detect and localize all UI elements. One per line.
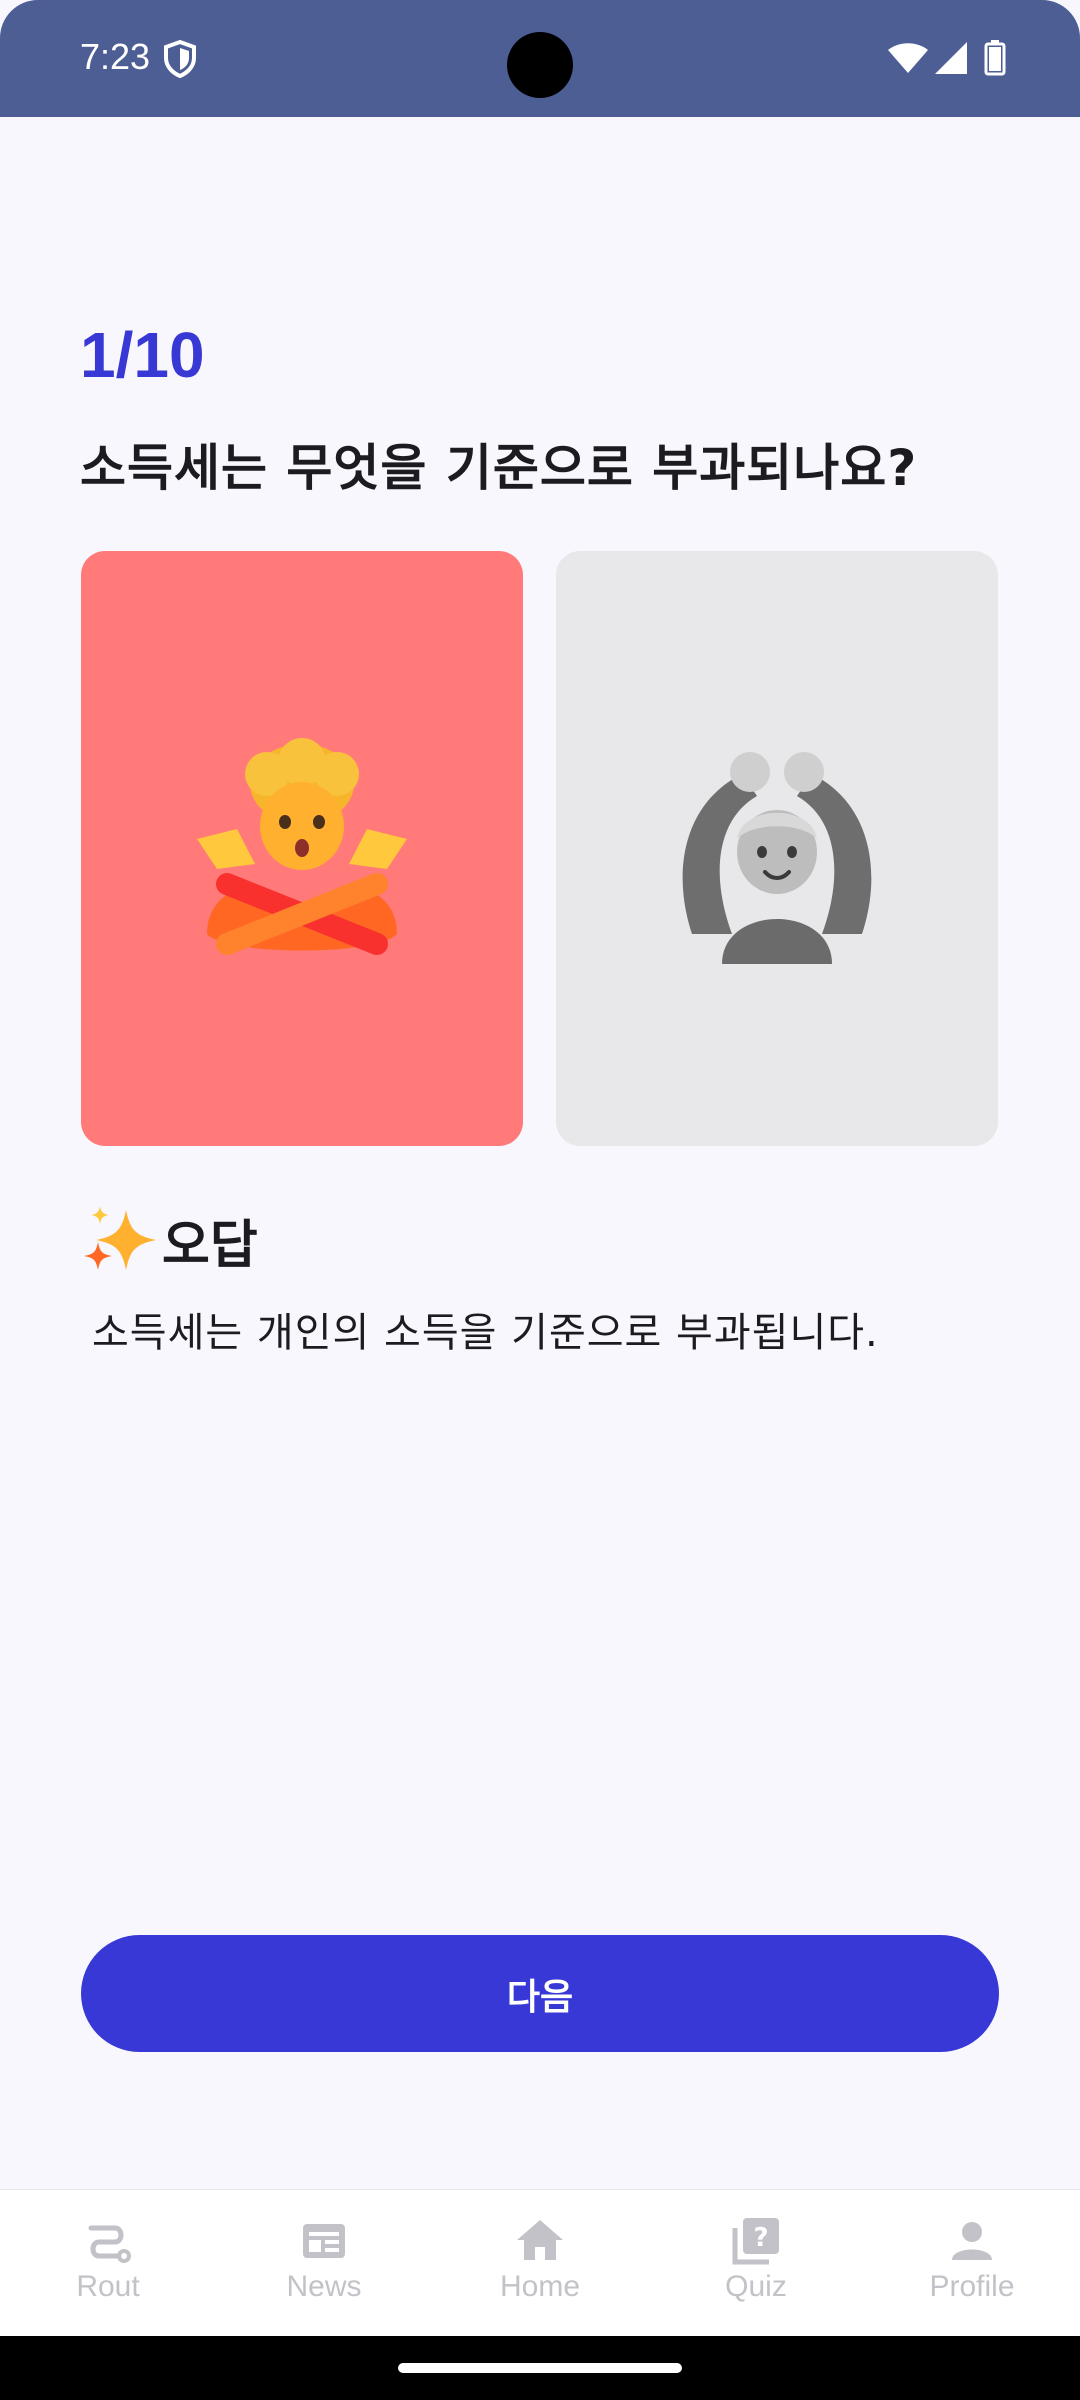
home-icon [517,2220,563,2260]
x-option-card[interactable] [81,551,523,1146]
wifi-icon [888,43,928,73]
nav-item-home[interactable]: Home [465,2190,615,2337]
result-row: 오답 [82,1200,258,1280]
o-option-card[interactable] [556,551,998,1146]
quiz-question: 소득세는 무엇을 기준으로 부과되나요? [80,439,918,497]
person-gesturing-no-icon [197,737,407,955]
nav-label: Profile [929,2270,1015,2303]
battery-icon [984,40,1006,76]
svg-text:?: ? [753,2223,768,2253]
nav-label: News [286,2270,362,2303]
signal-icon [935,42,967,74]
quiz-icon: ? [732,2218,779,2265]
person-gesturing-ok-icon [682,751,872,964]
shield-icon [164,40,196,78]
quiz-progress: 1/10 [80,319,205,391]
nav-label: Rout [76,2270,140,2303]
route-icon [88,2225,131,2263]
nav-label: Quiz [725,2270,787,2303]
profile-icon [952,2222,992,2260]
status-time: 7:23 [80,36,151,77]
nav-item-profile[interactable]: Profile [897,2190,1047,2337]
result-label: 오답 [162,1215,258,1276]
bottom-nav: Rout News Home ? Quiz Profile [0,2189,1080,2337]
nav-label: Home [499,2270,581,2303]
sparkles-icon [84,1206,156,1270]
answer-explanation: 소득세는 개인의 소득을 기준으로 부과됩니다. [92,1310,879,1356]
news-icon [303,2224,345,2258]
nav-item-quiz[interactable]: ? Quiz [681,2190,831,2337]
home-indicator[interactable] [398,2363,682,2373]
status-bar: 7:23 [0,0,1080,117]
nav-item-news[interactable]: News [249,2190,399,2337]
nav-item-rout[interactable]: Rout [33,2190,183,2337]
next-button[interactable]: 다음 [81,1935,999,2052]
camera-cutout [507,32,573,98]
